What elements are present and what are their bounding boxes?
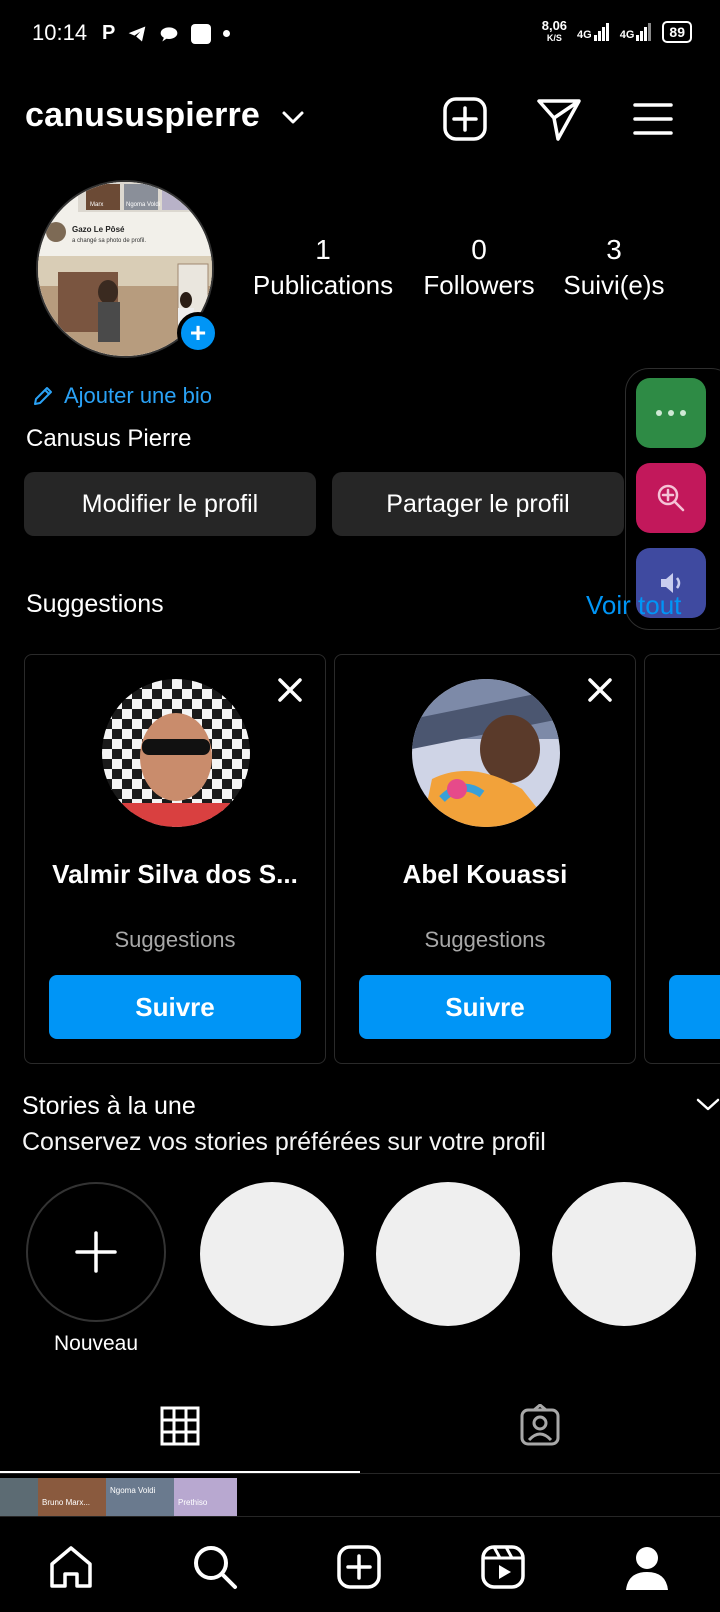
status-notification-icons: P	[102, 22, 231, 45]
create-icon[interactable]	[334, 1542, 384, 1592]
thumb-segment	[0, 1478, 38, 1516]
stat-followers[interactable]: 0 Followers	[418, 234, 540, 301]
stories-highlight-subtitle: Conservez vos stories préférées sur votr…	[22, 1128, 546, 1156]
suggestion-subtitle: Suggestions	[424, 927, 546, 952]
battery-indicator: 89	[662, 21, 692, 43]
add-story-button[interactable]: +	[177, 312, 219, 354]
new-highlight-button[interactable]	[26, 1182, 166, 1322]
highlight-placeholder	[376, 1182, 520, 1326]
pencil-icon	[34, 387, 52, 405]
chevron-down-icon[interactable]	[696, 1094, 720, 1114]
menu-icon[interactable]	[630, 96, 676, 142]
telegram-icon	[129, 26, 146, 41]
p-app-icon: P	[102, 22, 116, 44]
signal-1: 4G	[577, 23, 610, 41]
net-speed: 8,06 K/S	[541, 18, 568, 43]
username-switcher[interactable]: canususpierre	[25, 96, 260, 135]
tagged-icon[interactable]	[518, 1404, 562, 1448]
suggestion-name[interactable]: Valmir Silva dos S...	[25, 859, 325, 890]
stat-publications[interactable]: 1 Publications	[248, 234, 398, 301]
suggestion-card: Abel Kouassi Suggestions Suivre	[334, 654, 636, 1064]
home-icon[interactable]	[46, 1542, 96, 1592]
create-post-icon[interactable]	[442, 96, 488, 142]
thumb-segment: Prethiso	[174, 1478, 237, 1516]
plus-icon	[75, 1231, 117, 1273]
new-highlight-label: Nouveau	[53, 1332, 139, 1355]
status-time: 10:14	[32, 20, 88, 45]
chevron-down-icon[interactable]	[280, 108, 306, 128]
full-name: Canusus Pierre	[26, 425, 192, 452]
stat-following[interactable]: 3 Suivi(e)s	[556, 234, 672, 301]
grid-icon[interactable]	[158, 1404, 202, 1448]
signal-bars-icon	[593, 23, 609, 41]
suggestions-title: Suggestions	[26, 590, 164, 618]
signal-2: 4G	[620, 23, 653, 41]
close-icon[interactable]	[275, 675, 305, 705]
suggestion-card: Valmir Silva dos S... Suggestions Suivre	[24, 654, 326, 1064]
avatar-tag-1: Marx	[90, 202, 103, 208]
direct-message-icon[interactable]	[536, 96, 582, 142]
highlight-placeholder	[552, 1182, 696, 1326]
stories-highlight-title: Stories à la une	[22, 1092, 196, 1120]
more-dots-icon	[656, 410, 686, 416]
edit-profile-button[interactable]: Modifier le profil	[24, 472, 316, 536]
suggestion-avatar[interactable]	[412, 679, 560, 827]
thumb-segment: Ngoma Voldi	[106, 1478, 174, 1516]
follow-button-partial[interactable]	[669, 975, 720, 1039]
suggestion-subtitle: Suggestions	[114, 927, 236, 952]
profile-icon[interactable]	[622, 1542, 672, 1592]
zoom-in-icon	[657, 484, 685, 512]
dot-icon	[223, 30, 231, 37]
more-options-button[interactable]	[636, 378, 706, 448]
status-right: 8,06 K/S 4G 4G 89	[541, 18, 692, 44]
thumb-segment: Bruno Marx...	[38, 1478, 106, 1516]
close-icon[interactable]	[585, 675, 615, 705]
follow-button[interactable]: Suivre	[49, 975, 301, 1039]
suggestion-card-partial	[644, 654, 720, 1064]
highlight-placeholder	[200, 1182, 344, 1326]
chat-bubble-icon	[161, 26, 178, 41]
tab-divider	[0, 1473, 720, 1474]
signal-bars-icon	[636, 23, 652, 41]
avatar-post-text: a changé sa photo de profil.	[72, 238, 146, 244]
search-icon[interactable]	[190, 1542, 240, 1592]
avatar-tag-2: Ngoma Voldi	[126, 202, 160, 208]
follow-button[interactable]: Suivre	[359, 975, 611, 1039]
reels-icon[interactable]	[478, 1542, 528, 1592]
post-thumbnail[interactable]: Bruno Marx... Ngoma Voldi Prethiso	[0, 1478, 237, 1516]
suggestion-avatar[interactable]	[102, 679, 250, 827]
zoom-button[interactable]	[636, 463, 706, 533]
avatar-post-author: Gazo Le Pôsé	[72, 225, 125, 234]
add-bio-link[interactable]: Ajouter une bio	[32, 383, 212, 409]
share-profile-button[interactable]: Partager le profil	[332, 472, 624, 536]
app-square-icon	[191, 23, 212, 44]
see-all-link[interactable]: Voir tout	[586, 590, 681, 621]
suggestion-name[interactable]: Abel Kouassi	[335, 859, 635, 890]
